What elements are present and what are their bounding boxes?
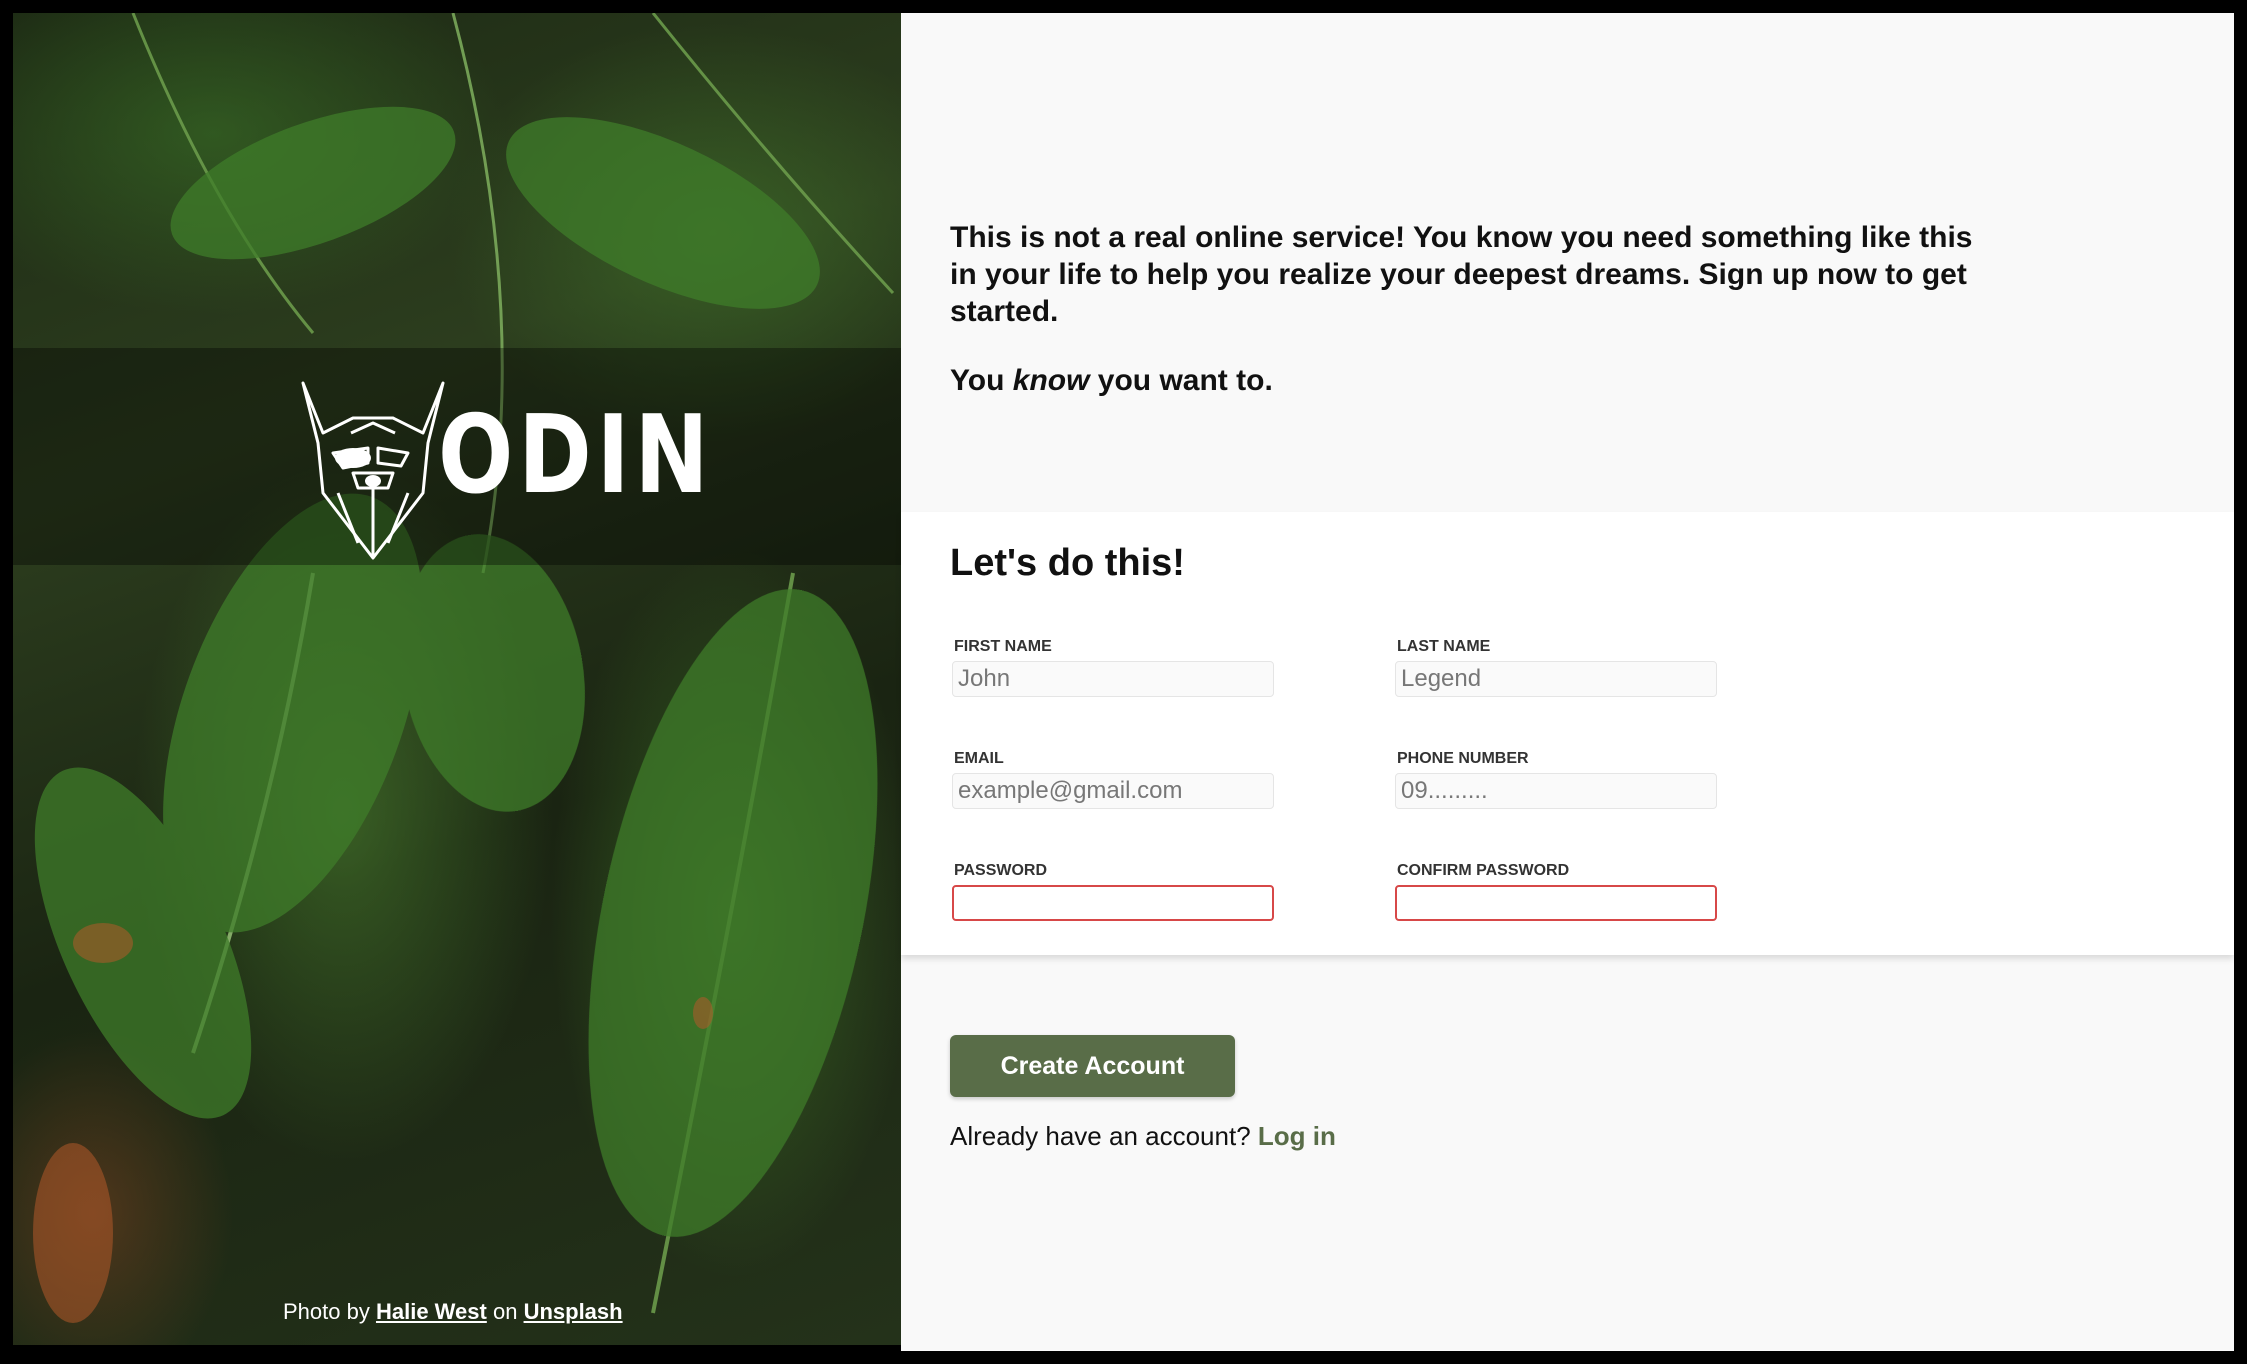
credit-author-link[interactable]: Halie West — [376, 1299, 487, 1324]
signup-panel: This is not a real online service! You k… — [901, 13, 2234, 1351]
login-prompt: Already have an account? Log in — [950, 1121, 1336, 1152]
email-group: Email — [952, 750, 1274, 809]
confirm-password-group: Confirm Password — [1395, 862, 1717, 921]
intro-text: This is not a real online service! You k… — [950, 219, 1990, 399]
last-name-label: Last Name — [1397, 638, 1491, 655]
confirm-password-input[interactable] — [1395, 885, 1717, 921]
odin-logo: ODIN — [293, 363, 709, 568]
hero-panel: ODIN Photo by Halie West on Unsplash — [13, 13, 901, 1345]
credit-site-link[interactable]: Unsplash — [524, 1299, 623, 1324]
brand-name: ODIN — [438, 393, 714, 518]
intro-paragraph: This is not a real online service! You k… — [950, 221, 1973, 328]
signup-form: Let's do this! First Name Last Name Emai… — [901, 512, 2234, 955]
login-link[interactable]: Log in — [1258, 1121, 1336, 1151]
last-name-group: Last Name — [1395, 638, 1717, 697]
email-input[interactable] — [952, 773, 1274, 809]
phone-input[interactable] — [1395, 773, 1717, 809]
password-label: Password — [954, 862, 1048, 879]
form-title: Let's do this! — [950, 542, 1185, 584]
create-account-button[interactable]: Create Account — [950, 1035, 1235, 1097]
password-group: Password — [952, 862, 1274, 921]
tagline-before: You — [950, 364, 1005, 397]
last-name-input[interactable] — [1395, 661, 1717, 697]
email-label: Email — [954, 750, 1004, 767]
phone-label: Phone Number — [1397, 750, 1529, 767]
first-name-label: First Name — [954, 638, 1052, 655]
first-name-input[interactable] — [952, 661, 1274, 697]
intro-tagline: You know you want to. — [950, 362, 1990, 399]
photo-credit: Photo by Halie West on Unsplash — [283, 1299, 623, 1325]
confirm-password-label: Confirm Password — [1397, 862, 1570, 879]
password-input[interactable] — [952, 885, 1274, 921]
tagline-emphasis: know — [1012, 364, 1090, 397]
credit-prefix: Photo by — [283, 1299, 370, 1324]
fern-background-image — [33, 13, 895, 1323]
phone-group: Phone Number — [1395, 750, 1717, 809]
credit-middle: on — [492, 1299, 518, 1324]
tagline-after: you want to. — [1097, 364, 1273, 397]
login-prompt-text: Already have an account? — [950, 1121, 1251, 1151]
first-name-group: First Name — [952, 638, 1274, 697]
